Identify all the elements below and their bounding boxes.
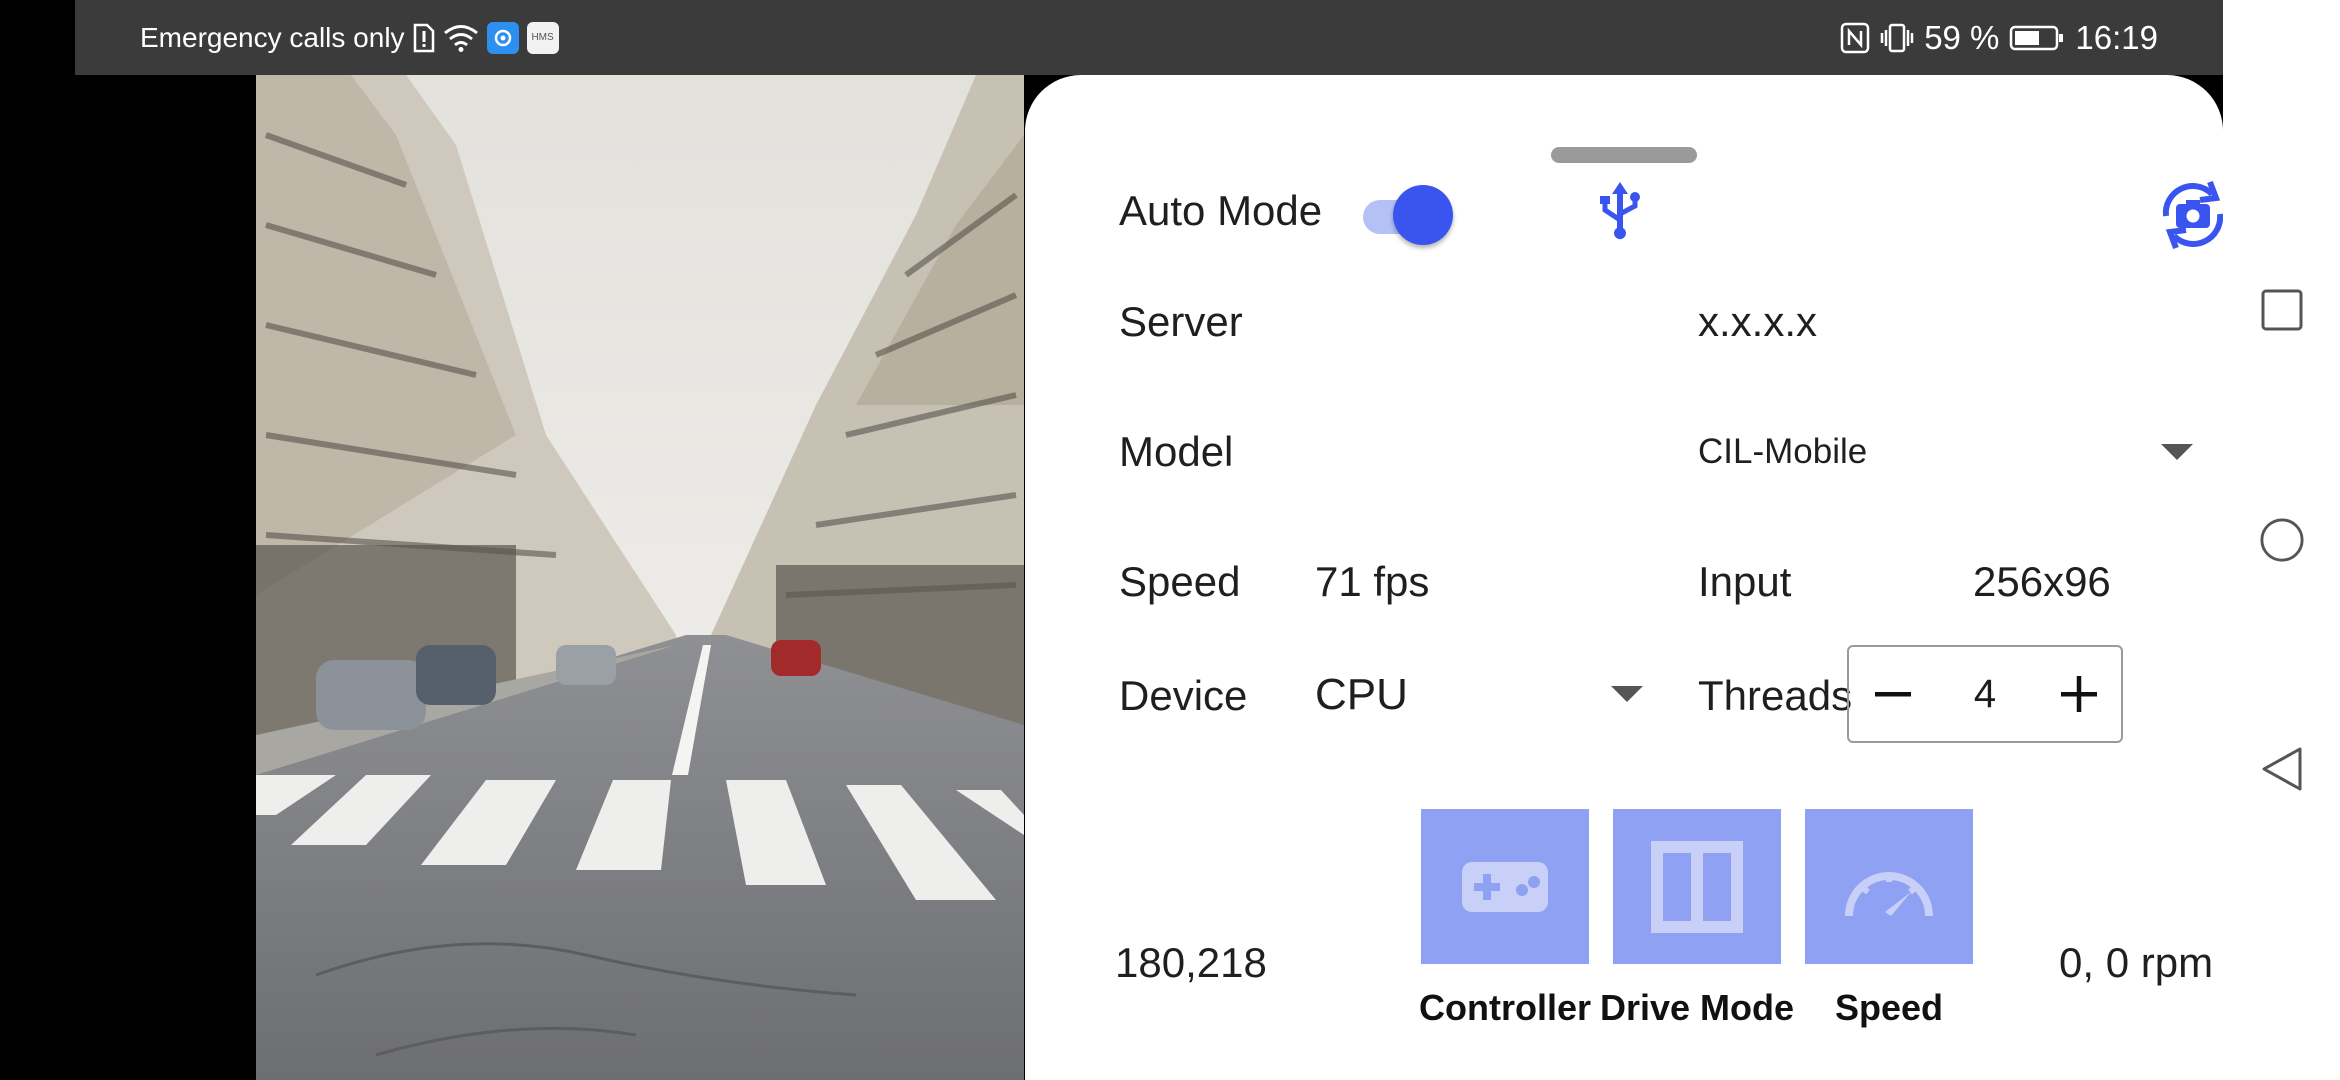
- navigation-bar: [2223, 0, 2340, 1080]
- server-label: Server: [1119, 298, 1243, 345]
- app-icon: [486, 21, 519, 54]
- minus-icon: [1875, 692, 1911, 697]
- vibrate-icon: [1880, 22, 1914, 54]
- hms-icon: HMS: [526, 21, 559, 54]
- speedometer-icon: [1845, 871, 1933, 916]
- recents-button[interactable]: [2259, 287, 2305, 333]
- speed-button[interactable]: [1805, 809, 1973, 964]
- input-value: 256x96: [1973, 558, 2111, 605]
- speed-button-label: Speed: [1834, 987, 1944, 1028]
- nfc-icon: [1840, 22, 1870, 54]
- triangle-back-icon: [2262, 747, 2302, 791]
- battery-percent: 59 %: [1924, 18, 2000, 56]
- camera-preview-image: [256, 75, 1024, 1080]
- model-dropdown-arrow-icon[interactable]: [2161, 444, 2193, 460]
- sim-alert-icon: [413, 23, 435, 53]
- threads-stepper: 4: [1847, 645, 2123, 743]
- usb-icon[interactable]: [1580, 175, 1660, 255]
- speed-value: 71 fps: [1315, 558, 1430, 605]
- drive-mode-button[interactable]: [1613, 809, 1781, 964]
- auto-mode-label: Auto Mode: [1119, 187, 1323, 234]
- threads-label: Threads: [1698, 672, 1853, 719]
- device-dropdown-arrow-icon[interactable]: [1611, 686, 1643, 702]
- switch-camera-icon[interactable]: [2151, 173, 2223, 257]
- control-panel: Auto Mode Server x.x.x.x Model CIL-Mobil…: [1025, 75, 2223, 1080]
- model-select-value[interactable]: CIL-Mobile: [1698, 432, 1867, 472]
- circle-icon: [2260, 518, 2304, 562]
- device-select-value[interactable]: CPU: [1315, 670, 1408, 720]
- threads-decrement-button[interactable]: [1853, 647, 1933, 741]
- coords-readout: 180,218: [1115, 939, 1267, 986]
- threads-value: 4: [1973, 671, 1997, 716]
- server-value[interactable]: x.x.x.x: [1698, 298, 1817, 346]
- threads-increment-button[interactable]: [2039, 647, 2119, 741]
- battery-icon: [2009, 24, 2065, 52]
- device-label: Device: [1119, 672, 1248, 719]
- square-icon: [2261, 289, 2303, 331]
- camera-preview: [256, 75, 1024, 1080]
- rpm-readout: 0, 0 rpm: [2059, 939, 2214, 986]
- drive-mode-button-label: Drive Mode: [1599, 987, 1795, 1028]
- controller-button-label: Controller: [1418, 987, 1591, 1028]
- home-button[interactable]: [2259, 517, 2305, 563]
- gamepad-icon: [1462, 861, 1548, 912]
- input-label: Input: [1698, 558, 1792, 605]
- toggle-thumb: [1393, 185, 1453, 245]
- auto-mode-toggle[interactable]: [1357, 183, 1453, 245]
- plus-icon: [2061, 676, 2097, 712]
- controller-button[interactable]: [1421, 809, 1589, 964]
- carrier-text: Emergency calls only: [140, 21, 405, 53]
- back-button[interactable]: [2259, 746, 2305, 792]
- status-bar-left: Emergency calls only HMS: [140, 0, 559, 75]
- status-bar: Emergency calls only HMS 59 % 16:19: [75, 0, 2223, 75]
- speed-label: Speed: [1119, 558, 1241, 605]
- model-label: Model: [1119, 428, 1234, 475]
- wifi-icon: [443, 24, 479, 52]
- drag-handle[interactable]: [1551, 147, 1697, 163]
- app-screen: Emergency calls only HMS 59 % 16:19 Auto…: [75, 0, 2223, 1080]
- clock: 16:19: [2075, 18, 2158, 56]
- status-bar-right: 59 % 16:19: [1840, 0, 2158, 75]
- columns-icon: [1651, 840, 1743, 933]
